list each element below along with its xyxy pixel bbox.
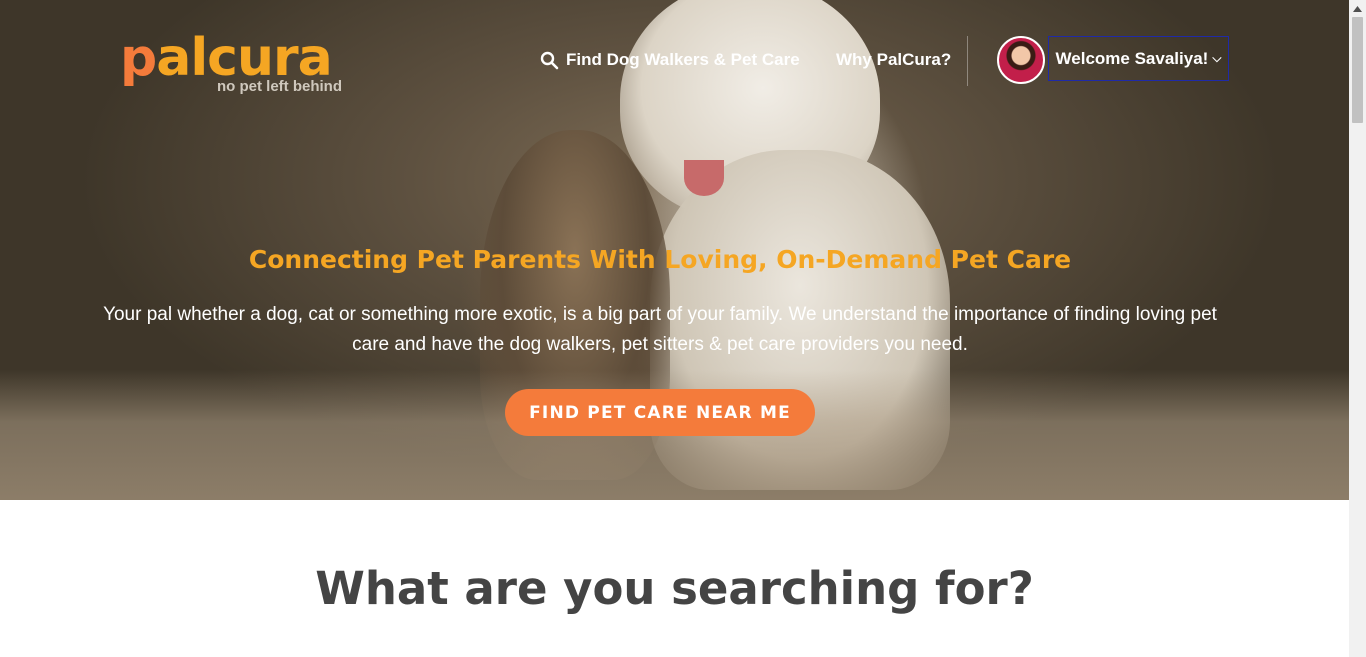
nav-divider [967, 36, 968, 86]
nav-find-label: Find Dog Walkers & Pet Care [566, 50, 800, 69]
hero-headline: Connecting Pet Parents With Loving, On-D… [248, 245, 1072, 274]
chevron-down-icon: ⌵ [1212, 51, 1222, 65]
scroll-up-arrow-icon[interactable] [1349, 0, 1366, 17]
hero-subtext: Your pal whether a dog, cat or something… [103, 304, 1217, 355]
user-avatar[interactable] [997, 36, 1045, 84]
find-pet-care-button[interactable]: FIND PET CARE NEAR ME [505, 389, 815, 436]
hero-banner: palcura no pet left behind Find Dog Walk… [0, 0, 1349, 500]
nav-find-pet-care-link[interactable]: Find Dog Walkers & Pet Care [540, 50, 800, 70]
welcome-label: Welcome Savaliya! [1055, 48, 1209, 68]
scrollbar-thumb[interactable] [1352, 17, 1363, 123]
top-nav: Find Dog Walkers & Pet Care Why PalCura?… [0, 0, 1349, 120]
hero-dog-tongue [684, 160, 724, 196]
user-menu-dropdown[interactable]: Welcome Savaliya! ⌵ [1048, 36, 1229, 81]
search-icon [540, 51, 559, 70]
section-title: What are you searching for? [315, 562, 1034, 615]
nav-why-palcura-link[interactable]: Why PalCura? [836, 50, 951, 70]
page-scrollbar[interactable] [1349, 0, 1366, 657]
